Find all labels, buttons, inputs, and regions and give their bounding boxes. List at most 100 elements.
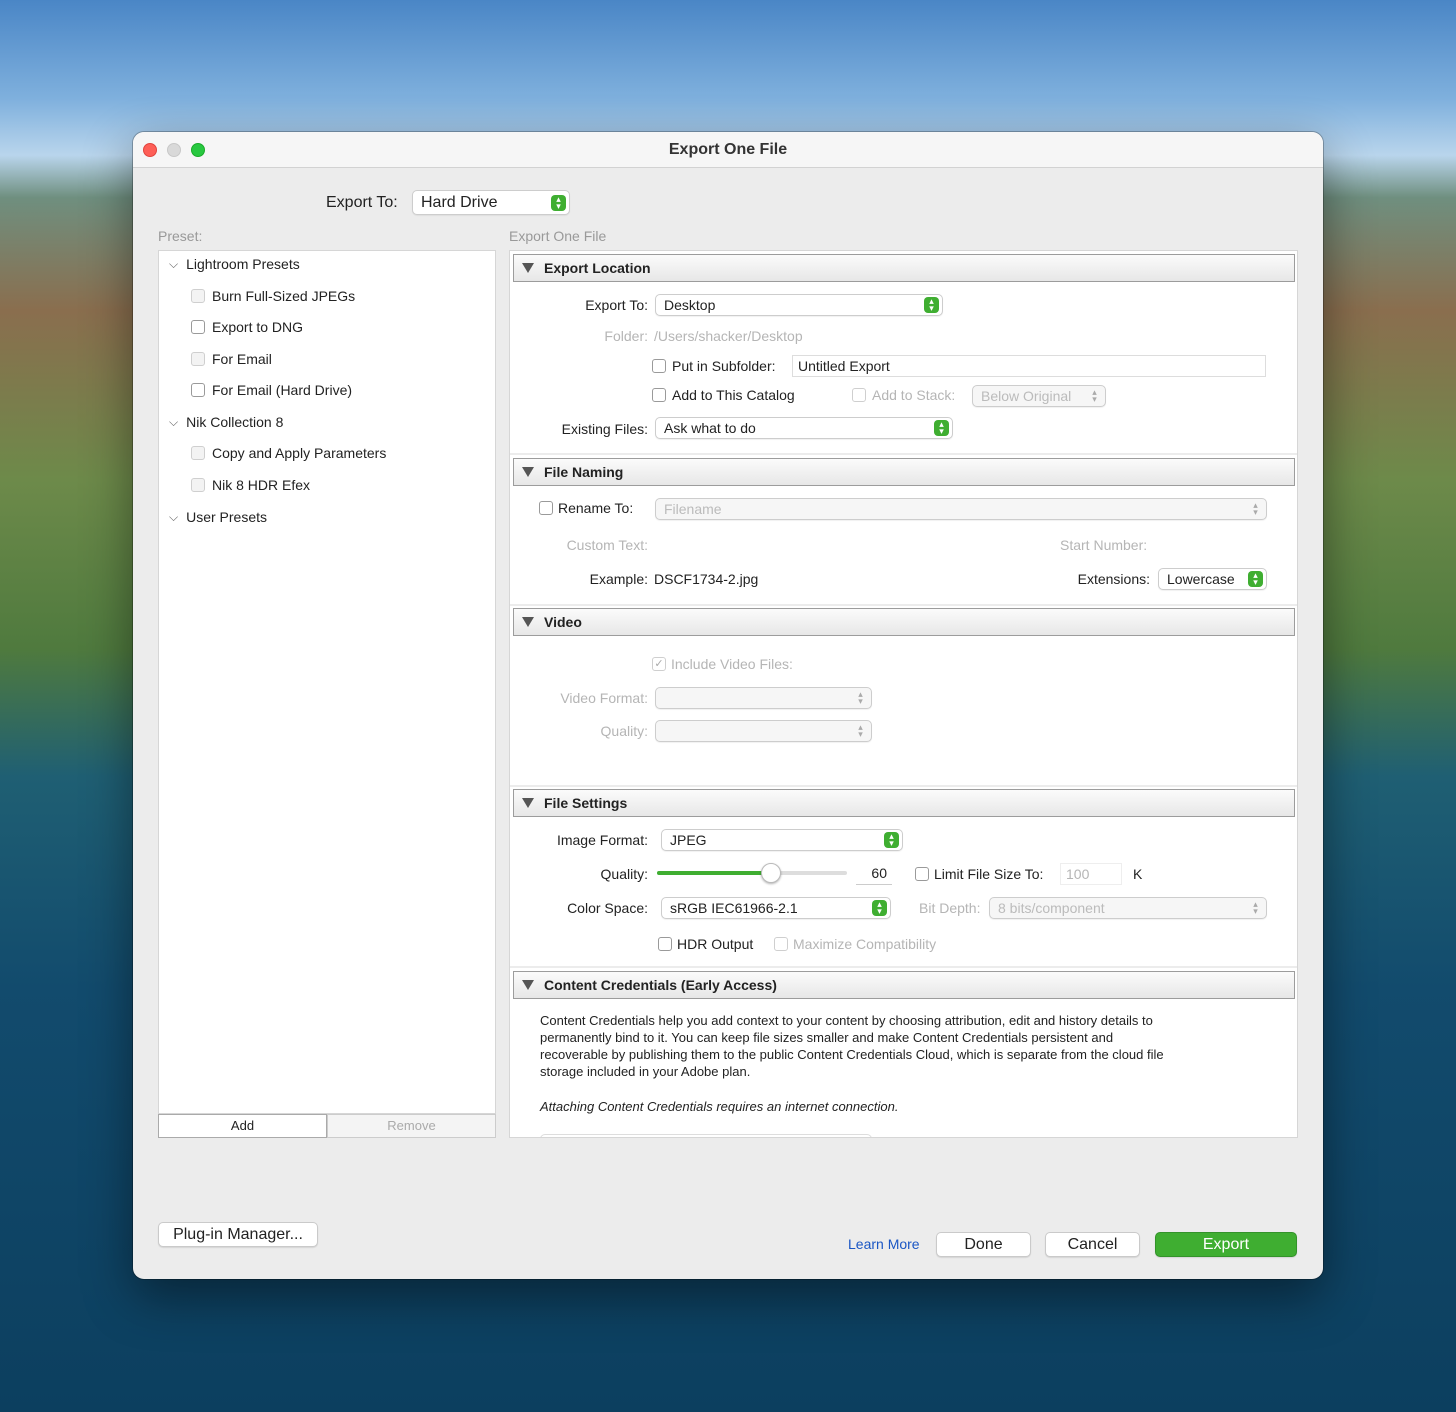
disclosure-triangle-icon	[522, 980, 534, 990]
stepper-icon: ▴ ▾	[884, 832, 899, 848]
add-catalog-checkbox[interactable]	[652, 388, 666, 402]
disclosure-triangle-icon	[522, 467, 534, 477]
section-file-naming[interactable]: File Naming	[513, 458, 1295, 486]
main-panel-header: Export One File	[509, 228, 607, 244]
export-to-select[interactable]: Hard Drive ▴ ▾	[412, 190, 570, 215]
image-format-select[interactable]: JPEG ▴ ▾	[661, 829, 903, 851]
preset-item[interactable]: Nik 8 HDR Efex	[191, 477, 310, 493]
plugin-manager-button[interactable]: Plug-in Manager...	[158, 1222, 318, 1247]
preset-group-user[interactable]: ⌵ User Presets	[169, 509, 267, 525]
section-title: Video	[544, 614, 582, 630]
stepper-icon: ▴ ▾	[1253, 899, 1258, 916]
preset-group-lightroom[interactable]: ⌵ Lightroom Presets	[169, 256, 300, 272]
credentials-description: Content Credentials help you add context…	[540, 1013, 1164, 1079]
settings-panel[interactable]: Export Location Export To: Desktop ▴ ▾ Fol…	[509, 250, 1298, 1138]
subfolder-label: Put in Subfolder:	[672, 358, 776, 374]
disclosure-triangle-icon	[522, 798, 534, 808]
stack-select[interactable]: Below Original ▴ ▾	[972, 385, 1106, 407]
maximize-compat-label: Maximize Compatibility	[793, 936, 937, 952]
color-space-select[interactable]: sRGB IEC61966-2.1 ▴ ▾	[661, 897, 891, 919]
hdr-output-checkbox[interactable]	[658, 937, 672, 951]
select-value: Below Original	[981, 388, 1072, 404]
export-button[interactable]: Export	[1155, 1232, 1297, 1257]
stepper-icon: ▴ ▾	[924, 297, 939, 313]
subfolder-checkbox[interactable]	[652, 359, 666, 373]
preset-checkbox[interactable]	[191, 289, 205, 303]
section-export-location[interactable]: Export Location	[513, 254, 1295, 282]
existing-files-label: Existing Files:	[561, 421, 648, 437]
select-value: sRGB IEC61966-2.1	[670, 900, 798, 916]
add-catalog-label: Add to This Catalog	[672, 387, 795, 403]
preset-item[interactable]: For Email (Hard Drive)	[191, 382, 352, 398]
preset-item[interactable]: Copy and Apply Parameters	[191, 445, 386, 461]
preset-item-label: Nik 8 HDR Efex	[212, 477, 311, 493]
preset-item[interactable]: Burn Full-Sized JPEGs	[191, 288, 355, 304]
quality-label: Quality:	[600, 866, 648, 882]
preset-item[interactable]: Export to DNG	[191, 319, 303, 335]
example-label: Example:	[589, 571, 648, 587]
add-preset-button[interactable]: Add	[158, 1114, 327, 1138]
preset-list[interactable]: ⌵ Lightroom Presets Burn Full-Sized JPEGs…	[158, 250, 496, 1114]
existing-files-select[interactable]: Ask what to do ▴ ▾	[655, 417, 953, 439]
export-to-label: Export To:	[326, 194, 398, 211]
divider	[510, 785, 1297, 787]
video-format-select[interactable]: ▴ ▾	[655, 687, 872, 709]
video-quality-select[interactable]: ▴ ▾	[655, 720, 872, 742]
rename-select[interactable]: Filename ▴ ▾	[655, 498, 1267, 520]
stepper-icon: ▴ ▾	[858, 722, 863, 739]
section-content-credentials[interactable]: Content Credentials (Early Access)	[513, 971, 1295, 999]
stepper-icon: ▴ ▾	[1092, 387, 1097, 404]
remove-preset-button[interactable]: Remove	[327, 1114, 496, 1138]
stepper-icon: ▴ ▾	[1253, 500, 1258, 517]
preset-item[interactable]: For Email	[191, 351, 272, 367]
example-value: DSCF1734-2.jpg	[654, 571, 759, 587]
subfolder-input[interactable]: Untitled Export	[792, 355, 1266, 377]
limit-size-unit: K	[1133, 866, 1143, 882]
section-video[interactable]: Video	[513, 608, 1295, 636]
rename-checkbox[interactable]	[539, 501, 553, 515]
quality-slider-knob[interactable]	[761, 863, 781, 883]
location-export-to-select[interactable]: Desktop ▴ ▾	[655, 294, 943, 316]
quality-input[interactable]: 60	[856, 863, 892, 885]
credentials-select-partial[interactable]	[540, 1134, 872, 1137]
chevron-down-icon: ⌵	[169, 256, 179, 271]
group-label: Lightroom Presets	[186, 256, 300, 272]
preset-checkbox[interactable]	[191, 478, 205, 492]
preset-checkbox[interactable]	[191, 383, 205, 397]
preset-checkbox[interactable]	[191, 352, 205, 366]
group-label: User Presets	[186, 509, 268, 525]
learn-more-link[interactable]: Learn More	[848, 1236, 920, 1252]
divider	[510, 453, 1297, 455]
maximize-compat-checkbox[interactable]	[774, 937, 788, 951]
include-video-checkbox[interactable]: ✓	[652, 657, 666, 671]
limit-size-input[interactable]: 100	[1060, 863, 1122, 885]
preset-checkbox[interactable]	[191, 446, 205, 460]
limit-size-checkbox[interactable]	[915, 867, 929, 881]
preset-item-label: Export to DNG	[212, 319, 304, 335]
add-stack-checkbox[interactable]	[852, 388, 866, 402]
folder-label: Folder:	[604, 328, 648, 344]
group-label: Nik Collection 8	[186, 414, 284, 430]
hdr-output-label: HDR Output	[677, 936, 754, 952]
stepper-icon: ▴ ▾	[858, 689, 863, 706]
cancel-button[interactable]: Cancel	[1045, 1232, 1140, 1257]
quality-slider[interactable]	[657, 863, 847, 883]
done-button[interactable]: Done	[936, 1232, 1031, 1257]
start-number-label: Start Number:	[1060, 537, 1148, 553]
section-title: File Naming	[544, 464, 624, 480]
section-file-settings[interactable]: File Settings	[513, 789, 1295, 817]
extensions-select[interactable]: Lowercase ▴ ▾	[1158, 568, 1267, 590]
custom-text-label: Custom Text:	[566, 537, 648, 553]
select-value: 8 bits/component	[998, 900, 1105, 916]
chevron-down-icon: ⌵	[169, 509, 179, 524]
disclosure-triangle-icon	[522, 617, 534, 627]
bit-depth-select[interactable]: 8 bits/component ▴ ▾	[989, 897, 1267, 919]
preset-group-nik[interactable]: ⌵ Nik Collection 8	[169, 414, 283, 430]
chevron-down-icon: ⌵	[169, 414, 179, 429]
preset-checkbox[interactable]	[191, 320, 205, 334]
video-quality-label: Quality:	[600, 723, 648, 739]
preset-item-label: Burn Full-Sized JPEGs	[212, 288, 356, 304]
section-title: Content Credentials (Early Access)	[544, 977, 777, 993]
stepper-icon: ▴ ▾	[1248, 571, 1263, 587]
select-value: Filename	[664, 501, 722, 517]
